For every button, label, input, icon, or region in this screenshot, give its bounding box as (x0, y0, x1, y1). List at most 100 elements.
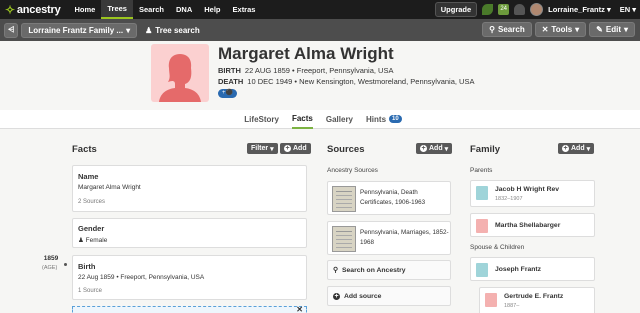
add-family-button[interactable]: + Add ▾ (558, 143, 595, 154)
messages-icon[interactable]: 24 (498, 4, 510, 15)
new-fact-placeholder[interactable]: ✕ (72, 305, 307, 313)
user-name: Lorraine_Frantz (548, 5, 605, 14)
chevron-down-icon: ▾ (586, 145, 591, 153)
male-avatar-icon (476, 263, 488, 277)
brand-name: ancestry (16, 3, 61, 16)
pencil-icon: ✎ (596, 25, 603, 34)
edit-button[interactable]: ✎ Edit ▾ (589, 22, 635, 37)
male-avatar-icon (476, 186, 488, 200)
person-search-icon: ♟ (145, 25, 153, 35)
chevron-down-icon: ▾ (575, 25, 580, 34)
family-member-card[interactable]: Jacob H Wright Rev 1832–1907 (470, 180, 595, 207)
search-on-ancestry-button[interactable]: ⚲ Search on Ancestry (327, 260, 451, 280)
source-item[interactable]: Pennsylvania, Marriages, 1852-1968 (327, 221, 451, 255)
top-right-controls: Upgrade 24 Lorraine_Frantz ▾ EN ▾ (434, 0, 636, 19)
family-member-card[interactable]: Joseph Frantz (470, 257, 595, 281)
language-label: EN (619, 5, 631, 14)
tree-name: Lorraine Frantz Family ... (28, 25, 124, 35)
family-member-card[interactable]: Martha Shellabarger (470, 213, 595, 237)
chevron-down-icon: ▾ (126, 25, 131, 35)
chevron-down-icon: ▾ (623, 25, 628, 34)
plus-icon: + (562, 145, 569, 152)
main-nav: Home Trees Search DNA Help Extras (69, 0, 262, 19)
add-source-menu-label: Add (429, 145, 443, 152)
family-member-dates: 1832–1907 (495, 196, 523, 202)
top-nav: ✧ ancestry Home Trees Search DNA Help Ex… (0, 0, 640, 19)
filter-label: Filter (251, 145, 269, 152)
birth-fact-sources[interactable]: 1 Source (78, 288, 102, 294)
add-fact-button[interactable]: + Add (280, 143, 311, 154)
nav-extras[interactable]: Extras (227, 0, 262, 19)
tree-search-button[interactable]: ♟ Tree search (145, 26, 200, 35)
tree-search-label: Tree search (155, 25, 200, 35)
user-menu[interactable]: Lorraine_Frantz ▾ (548, 5, 611, 14)
add-fact-label: Add (293, 145, 307, 152)
search-button[interactable]: ⚲ Search (482, 22, 532, 37)
tab-lifestory[interactable]: LifeStory (244, 110, 279, 129)
hint-leaf-icon[interactable] (482, 4, 494, 15)
plus-icon: + (420, 145, 427, 152)
nav-dna[interactable]: DNA (170, 0, 198, 19)
add-source-menu-button[interactable]: + Add ▾ (416, 143, 453, 154)
name-fact-card[interactable]: Name Margaret Alma Wright 2 Sources (72, 165, 307, 212)
profile-tabs: LifeStory Facts Gallery Hints 10 (0, 110, 640, 129)
close-icon[interactable]: ✕ (296, 305, 303, 313)
upgrade-button[interactable]: Upgrade (434, 2, 478, 17)
chevron-down-icon: ▾ (632, 5, 636, 14)
tools-label: Tools (551, 25, 573, 34)
nav-home[interactable]: Home (69, 0, 102, 19)
add-family-label: Add (571, 145, 585, 152)
birth-fact-value: 22 Aug 1859 • Freeport, Pennsylvania, US… (78, 274, 205, 281)
search-icon: ⚲ (489, 25, 496, 34)
family-member-card[interactable]: Gertrude E. Frantz 1887– (479, 287, 595, 313)
female-silhouette-icon (159, 54, 201, 102)
nav-search[interactable]: Search (133, 0, 170, 19)
family-member-name: Martha Shellabarger (495, 222, 561, 229)
tools-icon: ✕ (541, 25, 549, 34)
gender-fact-value: Female (85, 237, 108, 244)
gender-fact-card[interactable]: Gender ♟ Female (72, 218, 307, 248)
sources-heading: Sources (327, 144, 365, 155)
language-menu[interactable]: EN ▾ (620, 5, 636, 14)
name-fact-sources[interactable]: 2 Sources (78, 199, 105, 205)
name-fact-value: Margaret Alma Wright (78, 184, 141, 191)
source-title: Pennsylvania, Marriages, 1852-1968 (360, 229, 449, 246)
profile-header: Margaret Alma Wright BIRTH 22 AUG 1859 • … (0, 41, 640, 110)
ancestry-sources-label: Ancestry Sources (327, 167, 378, 174)
gender-fact-title: Gender (78, 224, 105, 233)
source-item[interactable]: Pennsylvania, Death Certificates, 1906-1… (327, 181, 451, 215)
tree-toolbar-right: ⚲ Search ✕ Tools ▾ ✎ Edit ▾ (482, 22, 635, 37)
add-source-button[interactable]: + Add source (327, 286, 451, 306)
filter-button[interactable]: Filter ▾ (247, 143, 278, 154)
birth-year: 1859 (43, 255, 59, 262)
leaf-logo-icon: ✧ (5, 2, 15, 17)
death-value: 10 DEC 1949 • New Kensington, Westmorela… (247, 77, 475, 86)
search-on-ancestry-label: Search on Ancestry (341, 266, 406, 274)
tools-button[interactable]: ✕ Tools ▾ (534, 22, 587, 37)
tree-name-menu[interactable]: Lorraine Frantz Family ... ▾ (21, 22, 138, 38)
birth-summary: BIRTH 22 AUG 1859 • Freeport, Pennsylvani… (218, 66, 393, 75)
timeline-dot (64, 263, 67, 266)
nav-help[interactable]: Help (198, 0, 226, 19)
death-label: DEATH (218, 77, 244, 86)
tab-gallery[interactable]: Gallery (326, 110, 353, 129)
nav-trees[interactable]: Trees (101, 0, 133, 19)
search-label: Search (498, 25, 525, 34)
ancestry-logo[interactable]: ✧ ancestry (5, 3, 61, 17)
plus-tag-icon: +⚫ (222, 90, 233, 96)
chevron-down-icon: ▾ (606, 5, 611, 14)
tab-hints[interactable]: Hints 10 (366, 110, 402, 129)
tab-facts[interactable]: Facts (291, 110, 313, 129)
avatar[interactable] (530, 3, 544, 16)
female-avatar-icon (485, 293, 497, 307)
share-icon: ⩤ (8, 25, 15, 34)
relationship-badge[interactable]: +⚫ (218, 89, 237, 98)
profile-photo[interactable] (151, 44, 209, 102)
notifications-icon[interactable] (514, 4, 526, 15)
tree-toolbar: ⩤ Lorraine Frantz Family ... ▾ ♟ Tree se… (0, 19, 640, 41)
document-thumbnail (332, 226, 356, 252)
spouse-children-label: Spouse & Children (470, 244, 525, 251)
share-button[interactable]: ⩤ (4, 22, 19, 38)
birth-fact-card[interactable]: Birth 22 Aug 1859 • Freeport, Pennsylvan… (72, 255, 307, 300)
family-member-name: Jacob H Wright Rev (495, 186, 560, 193)
